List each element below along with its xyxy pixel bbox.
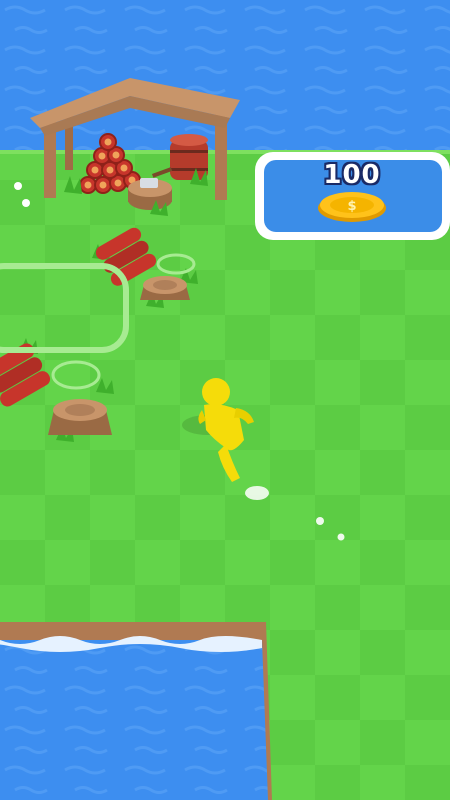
game-scene: $: [0, 0, 450, 800]
barrel: [170, 134, 208, 180]
water-pond: [0, 622, 272, 800]
buy-zone-price: 100: [323, 160, 381, 190]
tree-stump: [140, 276, 190, 300]
svg-text:$: $: [347, 199, 356, 214]
axe-icon: [140, 178, 158, 188]
tree-stump: [48, 399, 112, 435]
